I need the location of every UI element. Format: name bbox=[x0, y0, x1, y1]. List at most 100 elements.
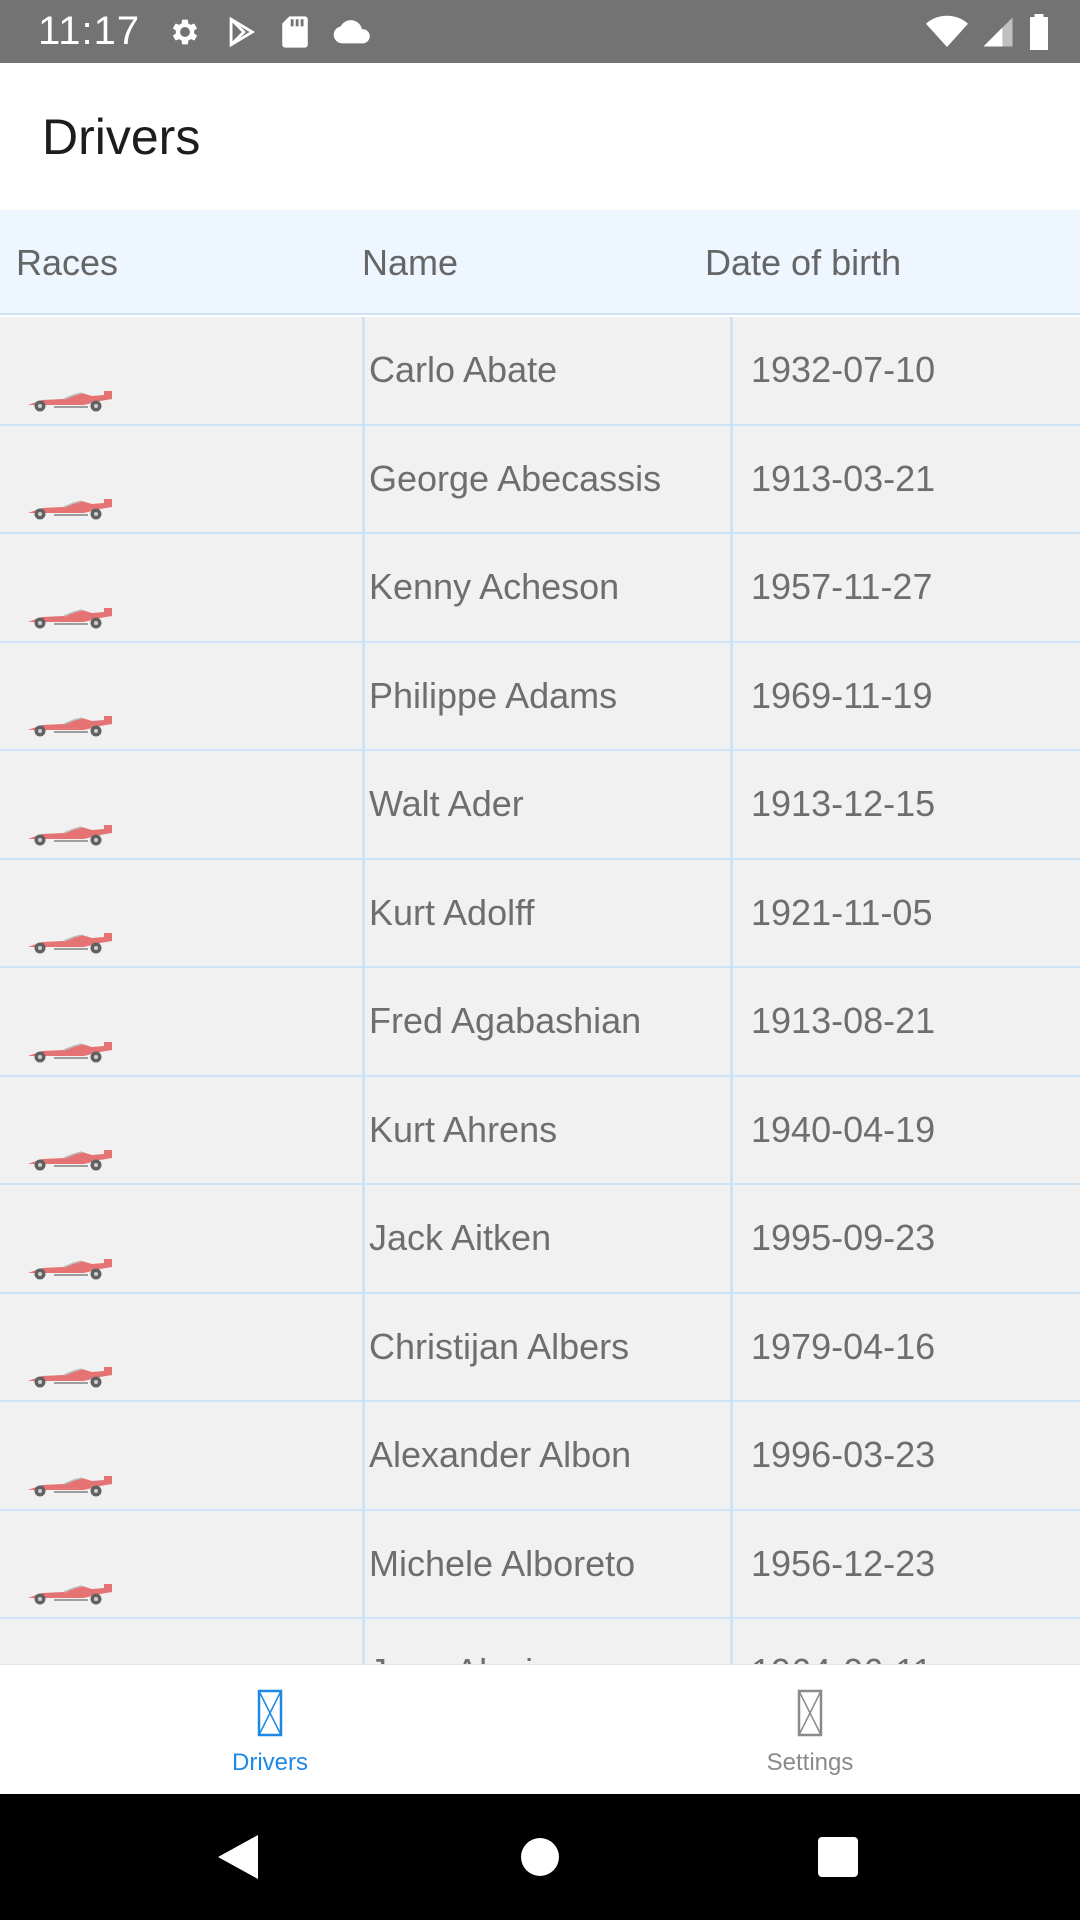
driver-date-of-birth: 1996-03-23 bbox=[751, 1434, 936, 1476]
table-row[interactable]: Kenny Acheson 1957-11-27 bbox=[0, 534, 1080, 643]
races-cell bbox=[0, 1619, 365, 1664]
race-car-icon bbox=[24, 1146, 112, 1177]
table-row[interactable]: Philippe Adams 1969-11-19 bbox=[0, 642, 1080, 751]
race-car-icon bbox=[24, 929, 112, 960]
table-row[interactable]: George Abecassis 1913-03-21 bbox=[0, 425, 1080, 534]
races-cell bbox=[0, 1076, 365, 1183]
system-navigation-bar bbox=[0, 1794, 1080, 1920]
table-row[interactable]: Jack Aitken 1995-09-23 bbox=[0, 1185, 1080, 1294]
settings-tab-icon bbox=[797, 1689, 823, 1742]
play-store-icon bbox=[224, 15, 258, 49]
table-row[interactable]: Alexander Albon 1996-03-23 bbox=[0, 1402, 1080, 1511]
races-cell bbox=[0, 968, 365, 1075]
races-cell bbox=[0, 751, 365, 858]
column-header-races[interactable]: Races bbox=[16, 210, 118, 315]
races-cell bbox=[0, 534, 365, 641]
driver-name: Philippe Adams bbox=[369, 674, 618, 716]
nav-label-settings: Settings bbox=[766, 1749, 854, 1776]
race-car-icon bbox=[24, 1038, 112, 1069]
race-car-icon bbox=[24, 1363, 112, 1394]
name-cell: Kurt Ahrens bbox=[365, 1076, 733, 1183]
table-row[interactable]: Michele Alboreto 1956-12-23 bbox=[0, 1510, 1080, 1619]
page-title: Drivers bbox=[42, 108, 201, 165]
drivers-table[interactable]: Carlo Abate 1932-07-10 George Abecassis 191… bbox=[0, 317, 1080, 1664]
recents-button[interactable] bbox=[778, 1794, 898, 1920]
drivers-tab-icon bbox=[257, 1689, 283, 1742]
name-cell: George Abecassis bbox=[365, 425, 733, 532]
name-cell: Fred Agabashian bbox=[365, 968, 733, 1075]
driver-name: Fred Agabashian bbox=[369, 1000, 642, 1042]
table-row[interactable]: Fred Agabashian 1913-08-21 bbox=[0, 968, 1080, 1077]
dob-cell: 1913-12-15 bbox=[733, 751, 1080, 858]
race-car-icon bbox=[24, 1472, 112, 1503]
dob-cell: 1996-03-23 bbox=[733, 1402, 1080, 1509]
table-row[interactable]: Kurt Adolff 1921-11-05 bbox=[0, 859, 1080, 968]
driver-name: Carlo Abate bbox=[369, 349, 558, 391]
dob-cell: 1969-11-19 bbox=[733, 643, 1080, 750]
race-car-icon bbox=[24, 821, 112, 852]
races-cell bbox=[0, 1293, 365, 1400]
name-cell: Philippe Adams bbox=[365, 642, 733, 749]
table-header: Races Name Date of birth bbox=[0, 210, 1080, 315]
driver-name: Kurt Ahrens bbox=[369, 1108, 558, 1150]
screen: 11:17 Drivers Races Name Date of birth C… bbox=[0, 0, 1080, 1920]
race-car-icon bbox=[24, 712, 112, 743]
race-car-icon bbox=[24, 387, 112, 418]
settings-icon bbox=[168, 15, 202, 49]
name-cell: Michele Alboreto bbox=[365, 1510, 733, 1617]
races-cell bbox=[0, 425, 365, 532]
bottom-navigation: Drivers Settings bbox=[0, 1664, 1080, 1794]
name-cell: Jack Aitken bbox=[365, 1185, 733, 1292]
nav-label-drivers: Drivers bbox=[232, 1749, 308, 1776]
column-header-name[interactable]: Name bbox=[362, 210, 458, 315]
driver-name: Jack Aitken bbox=[369, 1217, 552, 1259]
races-cell bbox=[0, 859, 365, 966]
name-cell: Christijan Albers bbox=[365, 1293, 733, 1400]
races-cell bbox=[0, 1510, 365, 1617]
status-time: 11:17 bbox=[38, 9, 141, 53]
driver-date-of-birth: 1913-03-21 bbox=[751, 457, 936, 499]
races-cell bbox=[0, 317, 365, 424]
driver-name: Michele Alboreto bbox=[369, 1542, 636, 1584]
table-row[interactable]: Walt Ader 1913-12-15 bbox=[0, 751, 1080, 860]
table-row[interactable]: Jean Alesi 1964-06-11 bbox=[0, 1619, 1080, 1664]
dob-cell: 1995-09-23 bbox=[733, 1185, 1080, 1292]
driver-date-of-birth: 1940-04-19 bbox=[751, 1108, 936, 1150]
dob-cell: 1932-07-10 bbox=[733, 317, 1080, 424]
table-row[interactable]: Kurt Ahrens 1940-04-19 bbox=[0, 1076, 1080, 1185]
dob-cell: 1921-11-05 bbox=[733, 860, 1080, 967]
dob-cell: 1940-04-19 bbox=[733, 1077, 1080, 1184]
driver-date-of-birth: 1913-12-15 bbox=[751, 783, 936, 825]
table-row[interactable]: Christijan Albers 1979-04-16 bbox=[0, 1293, 1080, 1402]
driver-date-of-birth: 1979-04-16 bbox=[751, 1325, 936, 1367]
races-cell bbox=[0, 1185, 365, 1292]
table-row[interactable]: Carlo Abate 1932-07-10 bbox=[0, 317, 1080, 426]
races-cell bbox=[0, 642, 365, 749]
name-cell: Carlo Abate bbox=[365, 317, 733, 424]
home-button[interactable] bbox=[480, 1794, 600, 1920]
name-cell: Alexander Albon bbox=[365, 1402, 733, 1509]
app-header: Drivers bbox=[0, 63, 1080, 210]
dob-cell: 1964-06-11 bbox=[733, 1619, 1080, 1664]
driver-name: Kenny Acheson bbox=[369, 566, 620, 608]
back-button[interactable] bbox=[178, 1794, 298, 1920]
nav-tab-drivers[interactable]: Drivers bbox=[0, 1665, 540, 1795]
name-cell: Kenny Acheson bbox=[365, 534, 733, 641]
races-cell bbox=[0, 1402, 365, 1509]
cloud-icon bbox=[332, 15, 372, 49]
recents-icon bbox=[818, 1837, 858, 1877]
column-header-date-of-birth[interactable]: Date of birth bbox=[705, 210, 901, 315]
driver-date-of-birth: 1932-07-10 bbox=[751, 349, 936, 391]
wifi-icon bbox=[926, 15, 968, 49]
name-cell: Jean Alesi bbox=[365, 1619, 733, 1664]
nav-tab-settings[interactable]: Settings bbox=[540, 1665, 1080, 1795]
status-right-icons bbox=[926, 0, 1050, 63]
back-icon bbox=[218, 1835, 258, 1879]
driver-name: Kurt Adolff bbox=[369, 891, 535, 933]
driver-name: Alexander Albon bbox=[369, 1434, 632, 1476]
name-cell: Walt Ader bbox=[365, 751, 733, 858]
sd-card-icon bbox=[280, 15, 310, 49]
home-icon bbox=[521, 1838, 559, 1876]
race-car-icon bbox=[24, 1580, 112, 1611]
driver-date-of-birth: 1995-09-23 bbox=[751, 1217, 936, 1259]
